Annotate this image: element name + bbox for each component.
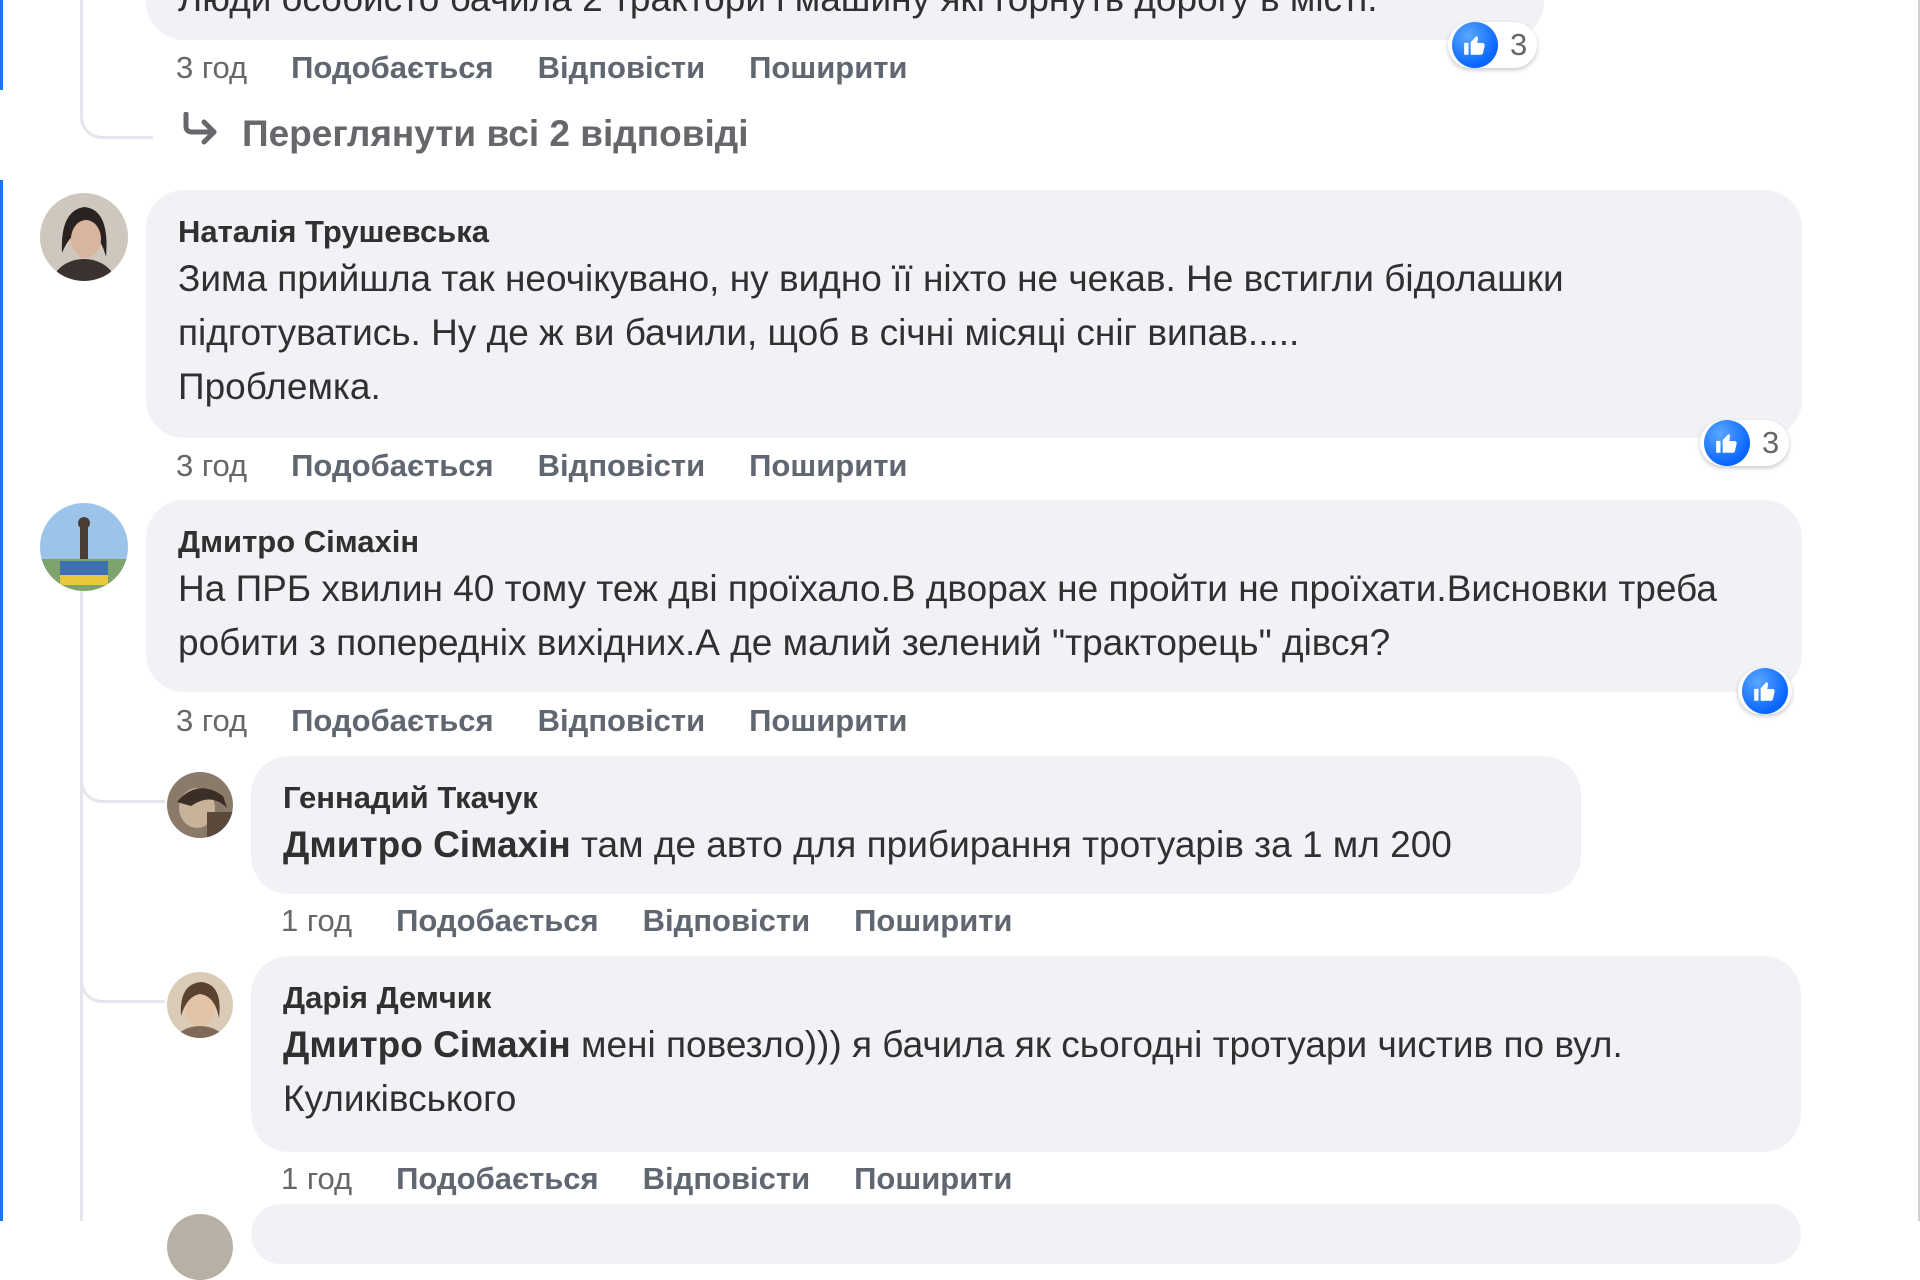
timestamp[interactable]: 3 год: [176, 703, 247, 739]
reply-bubble: Геннадий Ткачук Дмитро Сімахін там де ав…: [251, 756, 1581, 894]
reply-author[interactable]: Дарія Демчик: [283, 980, 1769, 1016]
like-button[interactable]: Подобається: [291, 50, 494, 86]
like-icon: [1742, 668, 1788, 714]
share-button[interactable]: Поширити: [749, 50, 907, 86]
reaction-badge[interactable]: [1738, 668, 1792, 714]
reply-text: Дмитро Сімахін мені повезло))) я бачила …: [283, 1024, 1623, 1119]
comment-text: Зима прийшла так неочікувано, ну видно ї…: [178, 258, 1564, 407]
thread-curve: [80, 960, 165, 1003]
thread-line: [80, 590, 83, 1221]
share-button[interactable]: Поширити: [749, 448, 907, 484]
mention-link[interactable]: Дмитро Сімахін: [283, 824, 571, 865]
reply-bubble: Дарія Демчик Дмитро Сімахін мені повезло…: [251, 956, 1801, 1152]
mention-link[interactable]: Дмитро Сімахін: [283, 1024, 571, 1065]
share-button[interactable]: Поширити: [854, 903, 1012, 939]
like-icon: [1704, 420, 1750, 466]
left-accent-line: [0, 180, 3, 1221]
reply-actions: 1 год Подобається Відповісти Поширити: [281, 1161, 1057, 1197]
reaction-badge[interactable]: 3: [1700, 420, 1790, 466]
share-button[interactable]: Поширити: [854, 1161, 1012, 1197]
view-replies-link[interactable]: Переглянути всі 2 відповіді: [180, 111, 749, 155]
avatar[interactable]: [167, 1214, 233, 1280]
reply-button[interactable]: Відповісти: [643, 1161, 811, 1197]
reply-button[interactable]: Відповісти: [538, 50, 706, 86]
left-accent-line: [0, 0, 3, 90]
comment-text: Люди особисто бачила 2 трактори і машину…: [178, 0, 1377, 20]
avatar[interactable]: [167, 972, 233, 1038]
reply-text: Дмитро Сімахін там де авто для прибиранн…: [283, 824, 1452, 865]
like-button[interactable]: Подобається: [291, 448, 494, 484]
like-button[interactable]: Подобається: [396, 1161, 599, 1197]
comment-author[interactable]: Наталія Трушевська: [178, 214, 1770, 250]
comment-bubble: Наталія Трушевська Зима прийшла так неоч…: [146, 190, 1802, 438]
avatar[interactable]: [167, 772, 233, 838]
comment-text: На ПРБ хвилин 40 тому теж дві проїхало.В…: [178, 568, 1717, 663]
reply-bubble: [251, 1204, 1801, 1264]
like-icon: [1452, 22, 1498, 68]
comment-actions: 3 год Подобається Відповісти Поширити: [176, 50, 952, 86]
timestamp[interactable]: 1 год: [281, 1161, 352, 1197]
timestamp[interactable]: 3 год: [176, 50, 247, 86]
reaction-count: 3: [1762, 425, 1780, 460]
like-button[interactable]: Подобається: [291, 703, 494, 739]
comment-actions: 3 год Подобається Відповісти Поширити: [176, 448, 952, 484]
comment-bubble: Дмитро Сімахін На ПРБ хвилин 40 тому теж…: [146, 500, 1802, 692]
avatar[interactable]: [40, 193, 128, 281]
share-button[interactable]: Поширити: [749, 703, 907, 739]
comment-author[interactable]: Дмитро Сімахін: [178, 524, 1770, 560]
reply-button[interactable]: Відповісти: [643, 903, 811, 939]
comment-actions: 3 год Подобається Відповісти Поширити: [176, 703, 952, 739]
reaction-count: 3: [1510, 27, 1528, 62]
avatar[interactable]: [40, 503, 128, 591]
like-button[interactable]: Подобається: [396, 903, 599, 939]
reply-author[interactable]: Геннадий Ткачук: [283, 780, 1549, 816]
timestamp[interactable]: 3 год: [176, 448, 247, 484]
timestamp[interactable]: 1 год: [281, 903, 352, 939]
reply-actions: 1 год Подобається Відповісти Поширити: [281, 903, 1057, 939]
reply-button[interactable]: Відповісти: [538, 703, 706, 739]
reply-arrow-icon: [180, 111, 220, 155]
thread-curve: [80, 80, 153, 139]
thread-curve: [80, 760, 165, 803]
view-replies-label: Переглянути всі 2 відповіді: [242, 112, 749, 154]
reaction-badge[interactable]: 3: [1448, 22, 1538, 68]
reply-button[interactable]: Відповісти: [538, 448, 706, 484]
